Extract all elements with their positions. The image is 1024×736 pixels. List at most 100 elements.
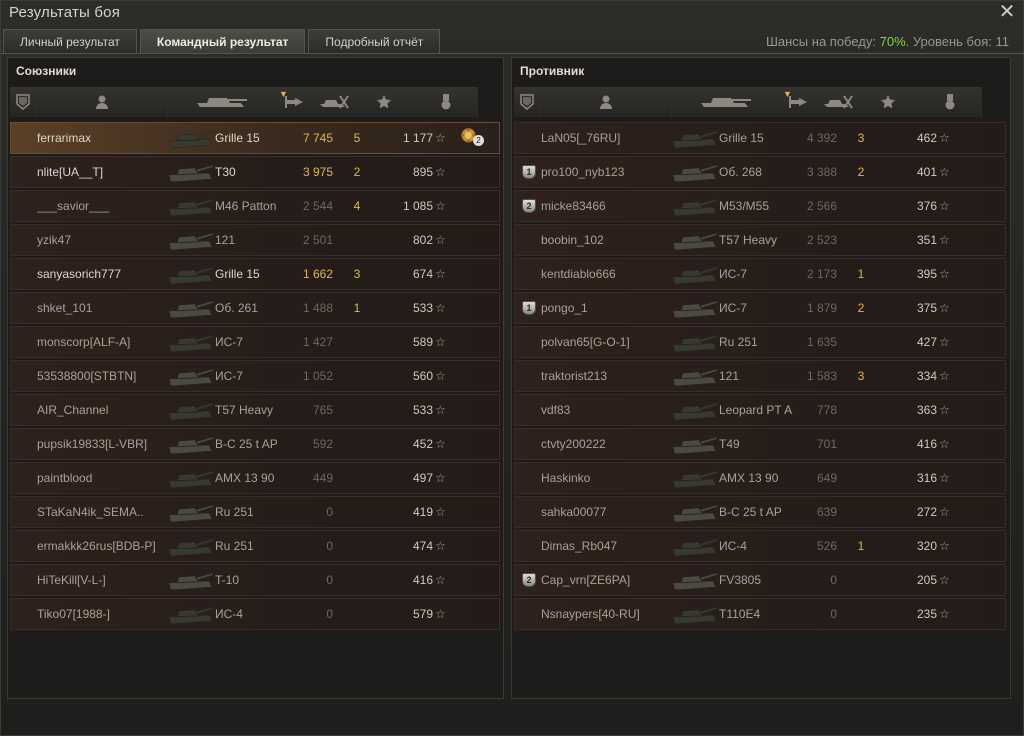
ally-row[interactable]: nlite[UA__T] T30 3 975 2 895 ☆ — [10, 156, 500, 188]
player-name: pupsik19833[L-VBR] — [37, 437, 148, 451]
column-header-xp-star[interactable] — [354, 87, 414, 117]
column-header-squad[interactable] — [10, 87, 36, 117]
column-header-player[interactable] — [36, 87, 168, 117]
frags-value: 5 — [353, 131, 361, 145]
column-header-squad[interactable] — [514, 87, 540, 117]
column-header-player[interactable] — [540, 87, 672, 117]
frags-value — [347, 565, 367, 595]
enemy-row[interactable]: sahka00077 B-C 25 t AP 639 272 ☆ — [514, 496, 1006, 528]
ally-row[interactable]: ermakkk26rus[BDB-P] Ru 251 0 474 ☆ — [10, 530, 500, 562]
player-name: Nsnaypers[40-RU] — [541, 607, 640, 621]
allies-panel: Союзники ▼ ferrarimax Grille 15 7 745 5 1 17… — [7, 57, 504, 699]
tank-name: ИС-7 — [215, 369, 243, 383]
column-header-medal[interactable] — [414, 87, 478, 117]
damage-value: 1 052 — [302, 369, 333, 383]
ally-row[interactable]: Tiko07[1988-] ИС-4 0 579 ☆ — [10, 598, 500, 630]
frags-value: 3 — [857, 131, 865, 145]
window-title: Результаты боя — [9, 4, 121, 21]
squad-cell — [519, 599, 541, 629]
enemy-row[interactable]: vdf83 Leopard PT A 778 363 ☆ — [514, 394, 1006, 426]
column-header-damage[interactable]: ▼ — [778, 87, 818, 117]
tab-detailed-report[interactable]: Подробный отчёт — [308, 29, 441, 53]
xp-star-icon: ☆ — [435, 471, 446, 485]
enemy-row[interactable]: 2 Cap_vrn[ZE6PA] FV3805 0 205 ☆ — [514, 564, 1006, 596]
ally-row[interactable]: STaKaN4ik_SEMA.. Ru 251 0 419 ☆ — [10, 496, 500, 528]
enemy-row[interactable]: 1 pongo_1 ИС-7 1 879 2 375 ☆ — [514, 292, 1006, 324]
tab-team-result[interactable]: Командный результат — [139, 29, 306, 53]
damage-value: 0 — [830, 607, 837, 621]
ally-row[interactable]: ferrarimax Grille 15 7 745 5 1 177 ☆ 2 — [10, 122, 500, 154]
damage-value: 7 745 — [302, 131, 333, 145]
tank-silhouette-icon — [168, 368, 214, 387]
xp-star-icon: ☆ — [939, 505, 950, 519]
damage-value: 0 — [830, 573, 837, 587]
ally-row[interactable]: pupsik19833[L-VBR] B-C 25 t AP 592 452 ☆ — [10, 428, 500, 460]
player-name: Tiko07[1988-] — [37, 607, 110, 621]
enemy-row[interactable]: polvan65[G-O-1] Ru 251 1 635 427 ☆ — [514, 326, 1006, 358]
ally-row[interactable]: 53538800[STBTN] ИС-7 1 052 560 ☆ — [10, 360, 500, 392]
xp-star-icon: ☆ — [939, 437, 950, 451]
column-header-tank[interactable] — [672, 87, 778, 117]
column-header-frags[interactable] — [818, 87, 858, 117]
tank-image — [667, 327, 719, 357]
frags-value — [851, 327, 871, 357]
xp-value: 895 — [412, 165, 433, 179]
player-name: yzik47 — [37, 233, 72, 247]
enemy-row[interactable]: kentdiablo666 ИС-7 2 173 1 395 ☆ — [514, 258, 1006, 290]
column-header-medal[interactable] — [918, 87, 982, 117]
player-name: sahka00077 — [541, 505, 607, 519]
xp-value: 416 — [412, 573, 433, 587]
damage-value: 1 879 — [806, 301, 837, 315]
enemy-row[interactable]: 1 pro100_nyb123 Об. 268 3 388 2 401 ☆ — [514, 156, 1006, 188]
ally-row[interactable]: HiTeKill[V-L-] T-10 0 416 ☆ — [10, 564, 500, 596]
tank-image — [163, 327, 215, 357]
enemy-row[interactable]: 2 micke83466 M53/M55 2 566 376 ☆ — [514, 190, 1006, 222]
column-header-xp-star[interactable] — [858, 87, 918, 117]
ally-row[interactable]: monscorp[ALF-A] ИС-7 1 427 589 ☆ — [10, 326, 500, 358]
ally-row[interactable]: shket_101 Об. 261 1 488 1 533 ☆ — [10, 292, 500, 324]
column-header-tank[interactable] — [168, 87, 274, 117]
enemy-row[interactable]: Haskinko AMX 13 90 649 316 ☆ — [514, 462, 1006, 494]
tank-silhouette-icon — [672, 232, 718, 251]
player-name: pro100_nyb123 — [541, 165, 625, 179]
win-chance-label: Шансы на победу: — [765, 34, 880, 49]
tank-silhouette-icon — [168, 164, 214, 183]
enemy-row[interactable]: traktorist213 121 1 583 3 334 ☆ — [514, 360, 1006, 392]
tank-silhouette-icon — [672, 266, 718, 285]
enemy-row[interactable]: Nsnaypers[40-RU] T110E4 0 235 ☆ — [514, 598, 1006, 630]
tank-name: 121 — [215, 233, 236, 247]
tank-name: Leopard PT A — [719, 403, 793, 417]
xp-star-icon: ☆ — [939, 233, 950, 247]
ally-row[interactable]: paintblood AMX 13 90 449 497 ☆ — [10, 462, 500, 494]
frags-value: 1 — [857, 539, 865, 553]
xp-star-icon: ☆ — [435, 233, 446, 247]
squad-badge-icon: 2 — [522, 199, 536, 213]
enemy-row[interactable]: Dimas_Rb047 ИС-4 526 1 320 ☆ — [514, 530, 1006, 562]
ally-row[interactable]: ___savior___ M46 Patton 2 544 4 1 085 ☆ — [10, 190, 500, 222]
player-icon — [599, 94, 613, 110]
ally-row[interactable]: AIR_Channel T57 Heavy 765 533 ☆ — [10, 394, 500, 426]
squad-cell — [15, 429, 37, 459]
damage-value: 0 — [326, 505, 333, 519]
tank-image — [163, 463, 215, 493]
frags-value: 3 — [857, 369, 865, 383]
ally-row[interactable]: yzik47 121 2 501 802 ☆ — [10, 224, 500, 256]
tab-personal-result[interactable]: Личный результат — [3, 29, 137, 53]
enemy-row[interactable]: LaN05[_76RU] Grille 15 4 392 3 462 ☆ — [514, 122, 1006, 154]
tank-name: ИС-7 — [215, 335, 243, 349]
enemy-row[interactable]: ctvty200222 T49 701 416 ☆ — [514, 428, 1006, 460]
frags-value — [851, 225, 871, 255]
xp-value: 452 — [412, 437, 433, 451]
close-icon[interactable]: ✕ — [997, 2, 1017, 22]
column-header-damage[interactable]: ▼ — [274, 87, 314, 117]
xp-star-icon: ☆ — [939, 301, 950, 315]
ally-row[interactable]: sanyasorich777 Grille 15 1 662 3 674 ☆ — [10, 258, 500, 290]
title-bar[interactable]: Результаты боя ✕ — [1, 1, 1024, 27]
tank-image — [163, 531, 215, 561]
column-header-frags[interactable] — [314, 87, 354, 117]
squad-cell — [15, 361, 37, 391]
tank-silhouette-icon — [168, 402, 214, 421]
xp-star-icon: ☆ — [939, 165, 950, 179]
enemy-row[interactable]: boobin_102 T57 Heavy 2 523 351 ☆ — [514, 224, 1006, 256]
damage-value: 778 — [816, 403, 837, 417]
